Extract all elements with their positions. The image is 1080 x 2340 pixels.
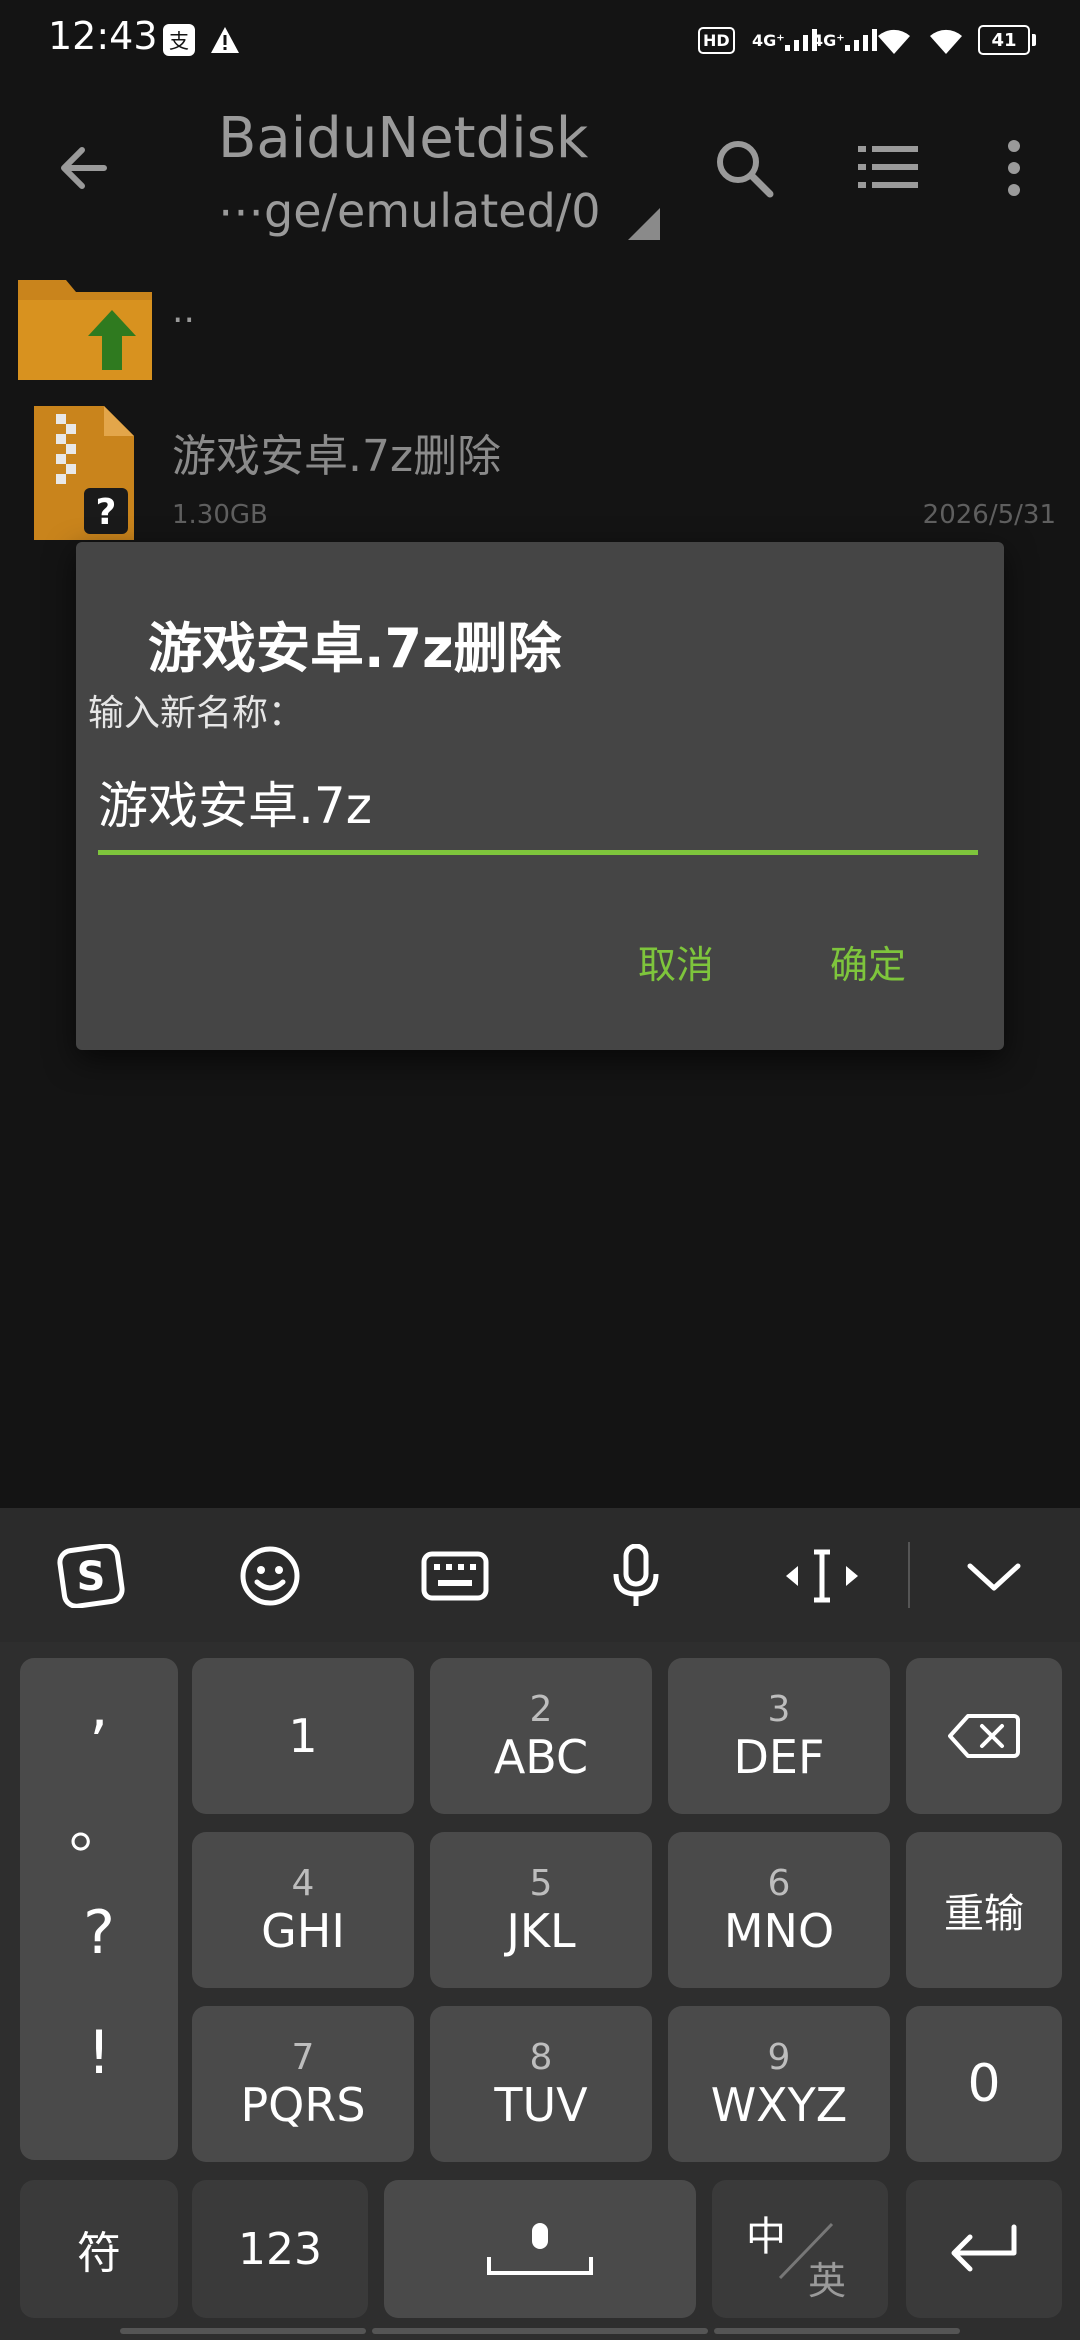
punctuation-column[interactable]: , 。 ? ! <box>20 1658 178 2160</box>
space-key[interactable] <box>384 2180 696 2318</box>
cancel-button[interactable]: 取消 <box>638 934 714 989</box>
parent-folder-label: .. <box>172 290 195 331</box>
backspace-key[interactable] <box>906 1658 1062 1814</box>
app-title: BaiduNetdisk <box>218 106 589 171</box>
parent-folder-row[interactable] <box>0 260 1080 380</box>
key-def[interactable]: 3 DEF <box>668 1658 890 1814</box>
current-path[interactable]: ⋯ge/emulated/0 <box>218 184 601 238</box>
soft-keyboard: S , 。 ? ! 1 2 ABC 3 DEF 4 GHI 5 JKL 6 MN… <box>0 1508 1080 2340</box>
voice-space-icon <box>487 2223 593 2275</box>
file-date: 2026/5/31 <box>922 500 1056 530</box>
folder-up-icon <box>18 270 152 384</box>
backspace-icon <box>948 1714 1020 1758</box>
dialog-title: 游戏安卓.7z删除 <box>148 617 562 680</box>
wifi-2-icon <box>926 22 966 58</box>
key-wxyz[interactable]: 9 WXYZ <box>668 2006 890 2162</box>
nav-gesture-bar <box>120 2328 960 2336</box>
emoji-icon[interactable] <box>238 1544 308 1608</box>
keyboard-toolbar: S <box>0 1508 1080 1642</box>
toolbar-divider <box>908 1542 910 1608</box>
punct-question-key[interactable]: ? <box>20 1898 178 1968</box>
punct-comma-key[interactable]: , <box>20 1672 178 1742</box>
key-1[interactable]: 1 <box>192 1658 414 1814</box>
enter-key[interactable] <box>906 2180 1062 2318</box>
file-size: 1.30GB <box>172 500 268 530</box>
svg-text:S: S <box>77 1554 106 1600</box>
punct-exclaim-key[interactable]: ! <box>20 2018 178 2088</box>
list-view-icon[interactable] <box>858 142 918 194</box>
search-icon[interactable] <box>712 136 776 200</box>
wifi-icon <box>874 22 914 58</box>
pay-notification-icon: 支 <box>162 22 196 58</box>
keyboard-layout-icon[interactable] <box>420 1544 490 1608</box>
back-arrow-icon[interactable] <box>54 138 114 198</box>
confirm-button[interactable]: 确定 <box>830 934 906 989</box>
clock: 12:43 <box>48 14 158 58</box>
path-dropdown-icon[interactable] <box>628 208 660 240</box>
key-pqrs[interactable]: 7 PQRS <box>192 2006 414 2162</box>
microphone-icon[interactable] <box>604 1543 674 1608</box>
punct-period-key[interactable]: 。 <box>20 1778 178 1865</box>
key-0[interactable]: 0 <box>906 2006 1062 2162</box>
hide-keyboard-icon[interactable] <box>962 1544 1032 1608</box>
key-ghi[interactable]: 4 GHI <box>192 1832 414 1988</box>
signal-2-icon: 4G⁺ <box>812 22 879 58</box>
key-abc[interactable]: 2 ABC <box>430 1658 652 1814</box>
symbols-key[interactable]: 符 <box>20 2180 178 2318</box>
new-name-label: 输入新名称： <box>88 693 305 734</box>
archive-file-icon: ? <box>34 406 134 544</box>
hd-icon: HD <box>698 22 735 58</box>
svg-text:支: 支 <box>169 29 189 53</box>
enter-icon <box>951 2224 1017 2272</box>
numbers-key[interactable]: 123 <box>192 2180 368 2318</box>
key-tuv[interactable]: 8 TUV <box>430 2006 652 2162</box>
key-jkl[interactable]: 5 JKL <box>430 1832 652 1988</box>
more-options-icon[interactable] <box>1000 138 1028 198</box>
warning-icon <box>210 22 240 58</box>
key-mno[interactable]: 6 MNO <box>668 1832 890 1988</box>
signal-1-icon: 4G⁺ <box>752 22 819 58</box>
svg-text:?: ? <box>96 492 117 533</box>
retype-key[interactable]: 重输 <box>906 1832 1062 1988</box>
status-bar: 12:43 支 HD 4G⁺ 4G⁺ 41 <box>0 0 1080 80</box>
language-switch-key[interactable]: 中 英 <box>712 2180 888 2318</box>
new-name-input[interactable] <box>98 762 978 855</box>
sogou-logo-icon[interactable]: S <box>56 1543 126 1609</box>
rename-dialog: 游戏安卓.7z删除 输入新名称： 取消 确定 <box>76 542 1004 1050</box>
file-row[interactable]: ? <box>0 396 1080 546</box>
file-name: 游戏安卓.7z删除 <box>172 431 502 482</box>
cursor-move-icon[interactable] <box>784 1544 858 1608</box>
battery-icon: 41 <box>978 22 1036 58</box>
